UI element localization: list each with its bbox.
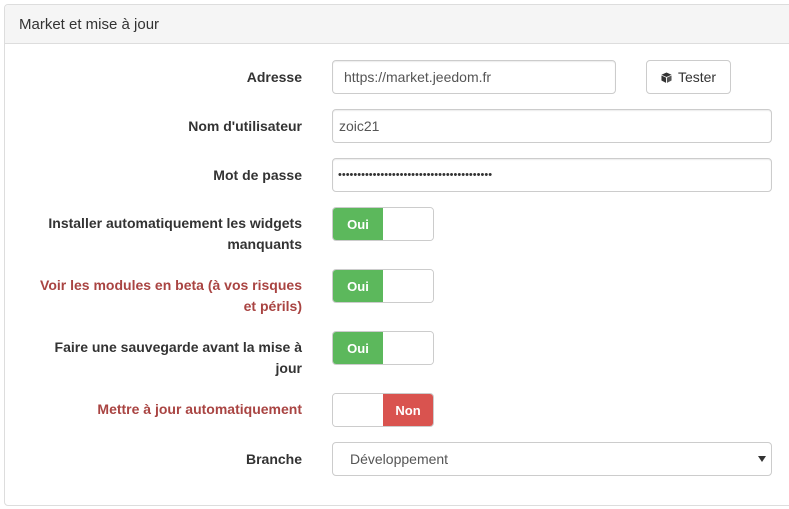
username-label: Nom d'utilisateur <box>188 118 302 134</box>
caret-down-icon <box>758 456 766 462</box>
backup-toggle-on: Oui <box>333 332 383 364</box>
beta-modules-toggle-on: Oui <box>333 270 383 302</box>
username-input[interactable]: zoic21 <box>332 109 772 143</box>
test-button[interactable]: Tester <box>646 60 731 94</box>
toggle-handle <box>383 270 433 302</box>
test-button-label: Tester <box>677 69 717 85</box>
beta-modules-label-line1: Voir les modules en beta (à vos risques <box>40 277 302 293</box>
backup-label-line1: Faire une sauvegarde avant la mise à <box>54 339 302 355</box>
auto-widgets-label-line1: Installer automatiquement les widgets <box>48 215 302 231</box>
branch-select-value: Développement <box>350 451 449 467</box>
backup-label-line2: jour <box>275 360 302 376</box>
cube-icon <box>661 71 672 83</box>
backup-toggle[interactable]: Oui <box>332 331 434 365</box>
auto-widgets-label-line2: manquants <box>227 236 302 252</box>
password-label: Mot de passe <box>213 167 302 183</box>
beta-modules-toggle[interactable]: Oui <box>332 269 434 303</box>
password-input[interactable]: •••••••••••••••••••••••••••••••••••••••• <box>332 158 772 192</box>
branch-label: Branche <box>245 451 302 467</box>
beta-modules-label-line2: et périls) <box>243 298 302 314</box>
auto-update-toggle-off: Non <box>383 394 433 426</box>
auto-update-toggle[interactable]: Non <box>332 393 434 427</box>
auto-widgets-toggle[interactable]: Oui <box>332 207 434 241</box>
backup-label: Faire une sauvegarde avant la mise à jou… <box>55 337 302 379</box>
address-input[interactable]: https://market.jeedom.fr <box>332 60 616 94</box>
toggle-handle <box>383 332 433 364</box>
beta-modules-label: Voir les modules en beta (à vos risques … <box>40 275 302 317</box>
auto-widgets-label: Installer automatiquement les widgets ma… <box>48 213 302 255</box>
auto-widgets-toggle-on: Oui <box>333 208 383 240</box>
address-label: Adresse <box>246 69 302 85</box>
auto-update-label: Mettre à jour automatiquement <box>97 401 302 417</box>
branch-select[interactable]: Développement <box>332 442 772 476</box>
toggle-handle <box>383 208 433 240</box>
toggle-handle <box>333 394 383 426</box>
panel-title: Market et mise à jour <box>5 5 789 44</box>
